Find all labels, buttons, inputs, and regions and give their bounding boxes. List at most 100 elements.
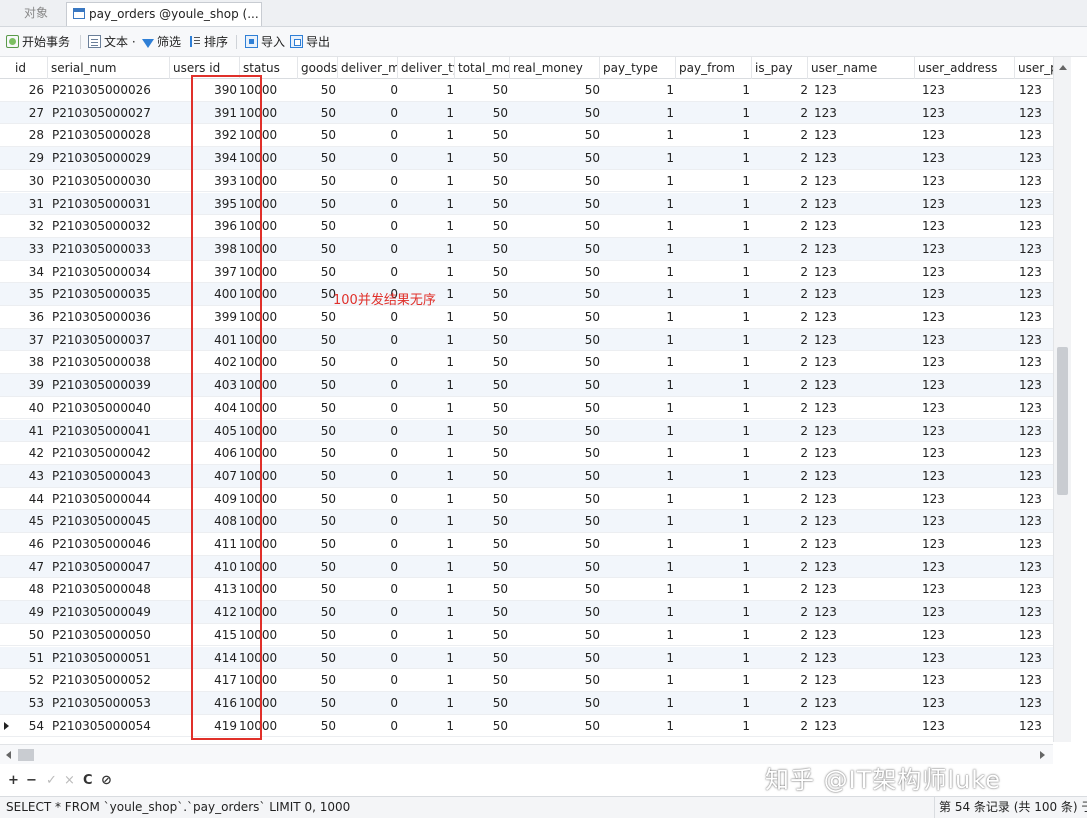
cell-id[interactable]: 38: [14, 351, 44, 373]
cell-serial-num[interactable]: P210305000029: [52, 147, 164, 169]
cell-status[interactable]: 10000: [239, 124, 284, 146]
cell-user-name[interactable]: 123: [814, 170, 914, 192]
cell-id[interactable]: 39: [14, 374, 44, 396]
cell-id[interactable]: 48: [14, 578, 44, 600]
cell-status[interactable]: 10000: [239, 193, 284, 215]
cell-deliver-money[interactable]: 0: [338, 601, 398, 623]
cell-is-pay[interactable]: 2: [752, 193, 808, 215]
cell-user-address[interactable]: 123: [922, 397, 1012, 419]
cell-real-money[interactable]: 50: [510, 374, 600, 396]
horizontal-scroll-thumb[interactable]: [18, 749, 34, 761]
cell-is-pay[interactable]: 2: [752, 715, 808, 737]
cell-pay-from[interactable]: 1: [676, 79, 750, 101]
cell-pay-from[interactable]: 1: [676, 533, 750, 555]
cell-user-name[interactable]: 123: [814, 692, 914, 714]
cell-total-money[interactable]: 50: [455, 147, 508, 169]
cell-real-money[interactable]: 50: [510, 533, 600, 555]
cell-serial-num[interactable]: P210305000026: [52, 79, 164, 101]
cell-user-address[interactable]: 123: [922, 601, 1012, 623]
cell-user-address[interactable]: 123: [922, 669, 1012, 691]
cell-serial-num[interactable]: P210305000030: [52, 170, 164, 192]
cell-total-money[interactable]: 50: [455, 215, 508, 237]
cell-status[interactable]: 10000: [239, 647, 284, 669]
import-button[interactable]: 导入: [245, 32, 285, 52]
cell-user-address[interactable]: 123: [922, 283, 1012, 305]
scroll-left-icon[interactable]: [6, 751, 11, 759]
cell-deliver-type[interactable]: 1: [398, 510, 454, 532]
cell-user-name[interactable]: 123: [814, 374, 914, 396]
cell-total-money[interactable]: 50: [455, 306, 508, 328]
cell-status[interactable]: 10000: [239, 692, 284, 714]
cell-deliver-type[interactable]: 1: [398, 329, 454, 351]
cell-user-name[interactable]: 123: [814, 329, 914, 351]
cell-goods[interactable]: 50: [298, 170, 336, 192]
cell-id[interactable]: 32: [14, 215, 44, 237]
cell-pay-from[interactable]: 1: [676, 465, 750, 487]
cell-pay-from[interactable]: 1: [676, 124, 750, 146]
cell-users-id[interactable]: 402: [170, 351, 237, 373]
cell-goods[interactable]: 50: [298, 420, 336, 442]
cell-is-pay[interactable]: 2: [752, 397, 808, 419]
cell-deliver-type[interactable]: 1: [398, 397, 454, 419]
cell-goods[interactable]: 50: [298, 465, 336, 487]
cell-user-address[interactable]: 123: [922, 420, 1012, 442]
cell-pay-type[interactable]: 1: [600, 669, 674, 691]
cell-total-money[interactable]: 50: [455, 578, 508, 600]
cell-status[interactable]: 10000: [239, 442, 284, 464]
cell-deliver-money[interactable]: 0: [338, 465, 398, 487]
header-col-pay-type[interactable]: pay_type: [600, 57, 676, 79]
cell-status[interactable]: 10000: [239, 669, 284, 691]
cell-id[interactable]: 36: [14, 306, 44, 328]
cell-real-money[interactable]: 50: [510, 193, 600, 215]
cell-pay-type[interactable]: 1: [600, 329, 674, 351]
cell-goods[interactable]: 50: [298, 329, 336, 351]
cell-is-pay[interactable]: 2: [752, 692, 808, 714]
table-row[interactable]: 51 P210305000051 414 10000 50 0 1 50 50 1 1 2 123 123…: [0, 646, 1068, 670]
cell-total-money[interactable]: 50: [455, 442, 508, 464]
cell-deliver-money[interactable]: 0: [338, 533, 398, 555]
cell-status[interactable]: 10000: [239, 374, 284, 396]
cell-total-money[interactable]: 50: [455, 283, 508, 305]
cell-pay-type[interactable]: 1: [600, 215, 674, 237]
cell-users-id[interactable]: 400: [170, 283, 237, 305]
cell-serial-num[interactable]: P210305000038: [52, 351, 164, 373]
header-col-serial-num[interactable]: serial_num: [48, 57, 170, 79]
cell-deliver-type[interactable]: 1: [398, 102, 454, 124]
cell-pay-from[interactable]: 1: [676, 306, 750, 328]
table-row[interactable]: 36 P210305000036 399 10000 50 0 1 50 50 1 1 2 123 123…: [0, 306, 1068, 329]
cell-pay-type[interactable]: 1: [600, 510, 674, 532]
cell-total-money[interactable]: 50: [455, 465, 508, 487]
table-row[interactable]: 28 P210305000028 392 10000 50 0 1 50 50 1 1 2 123 123…: [0, 124, 1068, 148]
cell-deliver-type[interactable]: 1: [398, 215, 454, 237]
cell-real-money[interactable]: 50: [510, 465, 600, 487]
cell-goods[interactable]: 50: [298, 215, 336, 237]
cell-user-address[interactable]: 123: [922, 624, 1012, 646]
cell-deliver-money[interactable]: 0: [338, 556, 398, 578]
cell-pay-from[interactable]: 1: [676, 374, 750, 396]
cell-status[interactable]: 10000: [239, 147, 284, 169]
cell-goods[interactable]: 50: [298, 147, 336, 169]
cell-deliver-type[interactable]: 1: [398, 442, 454, 464]
cell-pay-from[interactable]: 1: [676, 283, 750, 305]
cell-pay-type[interactable]: 1: [600, 147, 674, 169]
cell-serial-num[interactable]: P210305000039: [52, 374, 164, 396]
cell-status[interactable]: 10000: [239, 261, 284, 283]
cell-is-pay[interactable]: 2: [752, 306, 808, 328]
cell-is-pay[interactable]: 2: [752, 261, 808, 283]
cell-user-name[interactable]: 123: [814, 420, 914, 442]
cell-users-id[interactable]: 403: [170, 374, 237, 396]
cell-id[interactable]: 52: [14, 669, 44, 691]
stop-button[interactable]: ⊘: [101, 774, 112, 788]
cell-is-pay[interactable]: 2: [752, 420, 808, 442]
cell-real-money[interactable]: 50: [510, 647, 600, 669]
cell-users-id[interactable]: 408: [170, 510, 237, 532]
refresh-button[interactable]: C: [83, 774, 93, 788]
cell-deliver-type[interactable]: 1: [398, 374, 454, 396]
cell-deliver-money[interactable]: 0: [338, 692, 398, 714]
cell-pay-type[interactable]: 1: [600, 79, 674, 101]
cell-goods[interactable]: 50: [298, 193, 336, 215]
begin-transaction-button[interactable]: 开始事务: [6, 32, 70, 52]
cell-deliver-money[interactable]: 0: [338, 351, 398, 373]
cell-real-money[interactable]: 50: [510, 488, 600, 510]
cell-goods[interactable]: 50: [298, 351, 336, 373]
